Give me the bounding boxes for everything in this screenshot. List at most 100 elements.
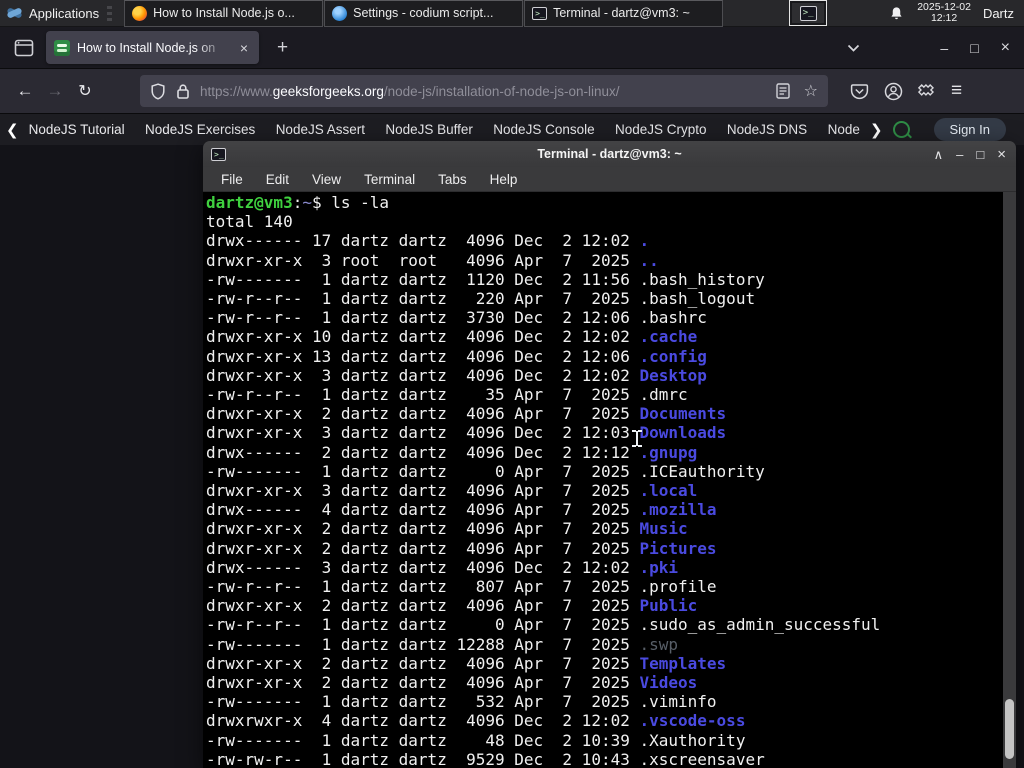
applications-menu-button[interactable]: Applications (0, 0, 120, 27)
terminal-output-area[interactable]: dartz@vm3:~$ ls -la total 140 drwx------ 1… (203, 192, 1016, 768)
maximize-button[interactable]: □ (970, 40, 978, 56)
pocket-icon[interactable] (850, 82, 869, 101)
nav-scroll-left-icon[interactable]: ❮ (0, 121, 25, 139)
sign-in-button[interactable]: Sign In (933, 118, 1006, 141)
maximize-button[interactable]: □ (976, 148, 984, 161)
gfg-nav-link[interactable]: NodeJS Crypto (615, 122, 707, 137)
user-menu-button[interactable]: Dartz (983, 6, 1014, 21)
close-button[interactable]: × (1001, 39, 1010, 57)
list-tabs-chevron-icon[interactable] (847, 44, 860, 52)
lock-icon[interactable] (176, 83, 190, 100)
ls-row-filename: .config (639, 346, 707, 366)
terminal-ls-row: -rw-r--r-- 1 dartz dartz 807 Apr 7 2025 … (206, 577, 1002, 596)
bookmark-star-icon[interactable]: ☆ (804, 81, 818, 101)
taskbar-window-button[interactable]: Settings - codium script... (324, 0, 524, 27)
forward-button[interactable]: → (40, 76, 70, 106)
ls-row-meta: -rw-r--r-- 1 dartz dartz 3730 Dec 2 12:0… (206, 308, 640, 328)
ls-row-filename: .swp (639, 634, 679, 654)
firefox-view-button[interactable] (12, 36, 36, 60)
gfg-nav-link[interactable]: NodeJS Buffer (385, 122, 473, 137)
taskbar: How to Install Node.js o... Settings - co… (124, 0, 724, 27)
minimize-button[interactable]: – (940, 40, 948, 56)
ls-row-meta: -rw-rw-r-- 1 dartz dartz 9529 Dec 2 10:4… (206, 749, 640, 768)
taskbar-window-button[interactable]: How to Install Node.js o... (124, 0, 324, 27)
terminal-ls-row: drwxr-xr-x 2 dartz dartz 4096 Apr 7 2025… (206, 539, 1002, 558)
minimize-button[interactable]: – (956, 148, 963, 161)
terminal-ls-row: -rw------- 1 dartz dartz 1120 Dec 2 11:5… (206, 270, 1002, 289)
terminal-ls-row: -rw------- 1 dartz dartz 0 Apr 7 2025 .I… (206, 462, 1002, 481)
new-tab-button[interactable]: + (271, 37, 294, 59)
reader-view-icon[interactable] (775, 83, 790, 99)
menu-edit[interactable]: Edit (266, 172, 289, 187)
ls-row-filename: .bash_history (639, 269, 765, 289)
ls-row-meta: -rw-r--r-- 1 dartz dartz 807 Apr 7 2025 (206, 577, 640, 597)
menu-tabs[interactable]: Tabs (438, 172, 467, 187)
ls-row-meta: -rw-r--r-- 1 dartz dartz 0 Apr 7 2025 (206, 615, 640, 635)
search-icon[interactable] (892, 121, 910, 138)
ls-row-meta: drwxr-xr-x 3 dartz dartz 4096 Dec 2 12:0… (206, 423, 640, 443)
nav-scroll-right-icon[interactable]: ❯ (864, 121, 889, 139)
menu-button[interactable]: ≡ (951, 80, 962, 102)
ls-row-filename: .mozilla (639, 500, 717, 520)
terminal-title-bar[interactable]: Terminal - dartz@vm3: ~ ∧ – □ × (203, 141, 1016, 167)
ls-row-meta: drwxr-xr-x 2 dartz dartz 4096 Apr 7 2025 (206, 673, 640, 693)
terminal-ls-row: drwxr-xr-x 13 dartz dartz 4096 Dec 2 12:… (206, 347, 1002, 366)
ls-row-meta: drwx------ 17 dartz dartz 4096 Dec 2 12:… (206, 231, 640, 251)
browser-tab-active[interactable]: How to Install Node.js on × (46, 31, 259, 64)
reload-button[interactable]: ↻ (70, 81, 100, 101)
terminal-ls-row: -rw-r--r-- 1 dartz dartz 220 Apr 7 2025 … (206, 289, 1002, 308)
terminal-ls-row: drwxr-xr-x 2 dartz dartz 4096 Apr 7 2025… (206, 596, 1002, 615)
ls-row-filename: .xscreensaver (639, 749, 765, 768)
clock[interactable]: 2025-12-02 12:12 (917, 1, 971, 25)
back-button[interactable]: ← (10, 76, 40, 106)
shade-button[interactable]: ∧ (934, 148, 944, 161)
gfg-nav-links: NodeJS Tutorial NodeJS Exercises NodeJS As… (25, 122, 864, 137)
ls-row-meta: -rw-r--r-- 1 dartz dartz 35 Apr 7 2025 (206, 385, 640, 405)
gfg-nav-link[interactable]: NodeJS DNS (727, 122, 807, 137)
terminal-ls-row: drwx------ 3 dartz dartz 4096 Dec 2 12:0… (206, 558, 1002, 577)
browser-tab-bar: How to Install Node.js on × + – □ × (0, 27, 1024, 68)
tab-close-icon[interactable]: × (237, 39, 251, 57)
terminal-ls-row: -rw-rw-r-- 1 dartz dartz 9529 Dec 2 10:4… (206, 750, 1002, 768)
menu-terminal[interactable]: Terminal (364, 172, 415, 187)
window-controls: – □ × (847, 39, 1024, 57)
prompt-separator: : (292, 193, 303, 212)
ls-row-meta: -rw------- 1 dartz dartz 1120 Dec 2 11:5… (206, 269, 640, 289)
top-panel: Applications How to Install Node.js o...… (0, 0, 1024, 27)
urlbar-actions: ☆ (775, 81, 818, 101)
gfg-nav-link[interactable]: NodeJS Console (493, 122, 594, 137)
tracking-shield-icon[interactable] (150, 82, 166, 100)
menu-view[interactable]: View (312, 172, 341, 187)
ls-row-meta: -rw------- 1 dartz dartz 532 Apr 7 2025 (206, 692, 640, 712)
menu-file[interactable]: File (221, 172, 243, 187)
gfg-nav-link[interactable]: Node (828, 122, 860, 137)
close-button[interactable]: × (997, 147, 1006, 162)
notifications-button[interactable] (883, 0, 909, 27)
terminal-ls-row: drwx------ 4 dartz dartz 4096 Apr 7 2025… (206, 500, 1002, 519)
prompt-command: $ ls -la (311, 193, 390, 212)
terminal-ls-row: drwxr-xr-x 2 dartz dartz 4096 Apr 7 2025… (206, 654, 1002, 673)
ls-row-filename: .ICEauthority (639, 461, 765, 481)
extensions-icon[interactable] (918, 82, 936, 100)
prompt-path: ~ (302, 193, 312, 212)
gfg-nav-link[interactable]: NodeJS Assert (276, 122, 365, 137)
ls-row-meta: drwxr-xr-x 2 dartz dartz 4096 Apr 7 2025 (206, 519, 640, 539)
terminal-launcher-button[interactable] (789, 0, 828, 26)
firefox-icon (132, 5, 148, 21)
ls-row-filename: .vscode-oss (639, 711, 746, 731)
ls-row-meta: drwxr-xr-x 10 dartz dartz 4096 Dec 2 12:… (206, 327, 640, 347)
ls-row-meta: -rw------- 1 dartz dartz 12288 Apr 7 202… (206, 634, 640, 654)
ls-row-filename: Music (639, 519, 688, 539)
scrollbar-thumb[interactable] (1005, 699, 1014, 759)
taskbar-window-button[interactable]: Terminal - dartz@vm3: ~ (524, 0, 724, 27)
ls-row-meta: drwxrwxr-x 4 dartz dartz 4096 Dec 2 12:0… (206, 711, 640, 731)
taskbar-window-title: Terminal - dartz@vm3: ~ (553, 6, 690, 20)
gfg-nav-link[interactable]: NodeJS Exercises (145, 122, 255, 137)
toolbar-right-icons: ≡ (850, 80, 962, 102)
url-text: https://www.geeksforgeeks.org/node-js/in… (200, 83, 620, 99)
gfg-nav-link[interactable]: NodeJS Tutorial (29, 122, 125, 137)
account-icon[interactable] (884, 82, 903, 101)
scrollbar-track[interactable] (1003, 192, 1016, 768)
menu-help[interactable]: Help (490, 172, 518, 187)
address-bar[interactable]: https://www.geeksforgeeks.org/node-js/in… (140, 75, 828, 107)
